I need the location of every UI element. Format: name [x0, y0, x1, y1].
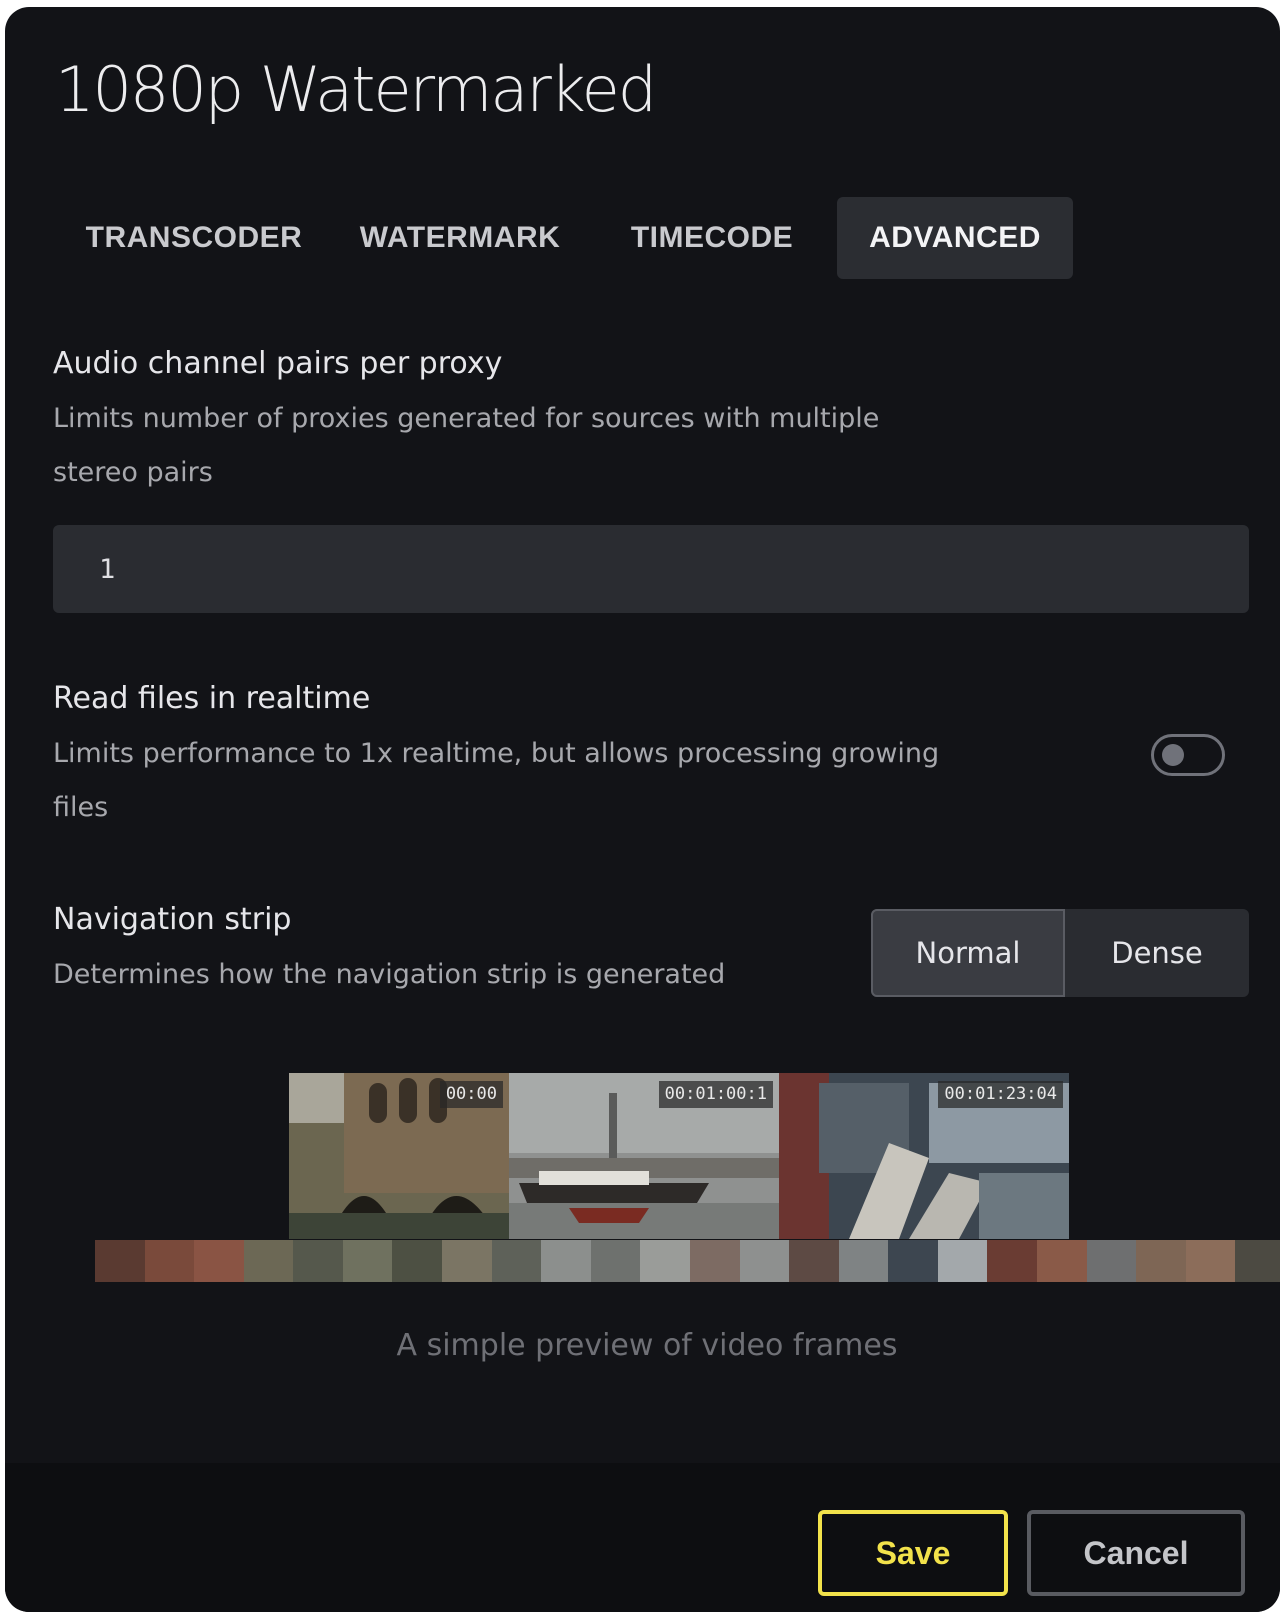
strip-thumbnail: [689, 1240, 740, 1282]
realtime-label: Read files in realtime: [53, 681, 371, 716]
audio-pairs-description-line: Limits number of proxies generated for s…: [53, 403, 880, 434]
strip-thumbnail: [541, 1240, 591, 1282]
audio-pairs-description-line: stereo pairs: [53, 457, 213, 488]
dialog-title: 1080p Watermarked: [55, 53, 657, 126]
strip-thumbnail: [987, 1240, 1037, 1282]
audio-pairs-input[interactable]: 1: [53, 525, 1249, 613]
strip-thumbnail: [144, 1240, 195, 1282]
realtime-description: Limits performance to 1x realtime, but a…: [53, 727, 1013, 835]
preview-caption: A simple preview of video frames: [396, 1328, 898, 1363]
strip-thumbnail: [1136, 1240, 1186, 1282]
strip-thumbnail: [590, 1240, 641, 1282]
strip-thumbnail: [1185, 1240, 1236, 1282]
strip-thumbnail: [293, 1240, 343, 1282]
audio-pairs-label: Audio channel pairs per proxy: [53, 346, 503, 381]
proxy-preset-dialog: 1080p Watermarked TRANSCODER WATERMARK T…: [5, 7, 1280, 1612]
strip-thumbnail: [342, 1240, 393, 1282]
strip-thumbnail: [838, 1240, 889, 1282]
strip-thumbnail: [789, 1240, 839, 1282]
realtime-toggle[interactable]: [1151, 734, 1225, 776]
cancel-button[interactable]: Cancel: [1027, 1510, 1245, 1596]
strip-thumbnail: [739, 1240, 790, 1282]
frame-timecode: 00:01:23:04: [938, 1081, 1063, 1108]
audio-pairs-description: Limits number of proxies generated for s…: [53, 392, 1013, 500]
realtime-description-line: files: [53, 792, 109, 823]
strip-thumbnail: [491, 1240, 542, 1282]
strip-thumbnail: [392, 1240, 443, 1282]
frame-timecode: 00:00: [439, 1081, 503, 1108]
tab-advanced[interactable]: ADVANCED: [837, 197, 1073, 279]
realtime-description-line: Limits performance to 1x realtime, but a…: [53, 738, 940, 769]
strip-thumbnail: [640, 1240, 690, 1282]
strip-thumbnail: [442, 1240, 492, 1282]
tab-transcoder[interactable]: TRANSCODER: [55, 197, 333, 279]
toggle-knob: [1162, 744, 1184, 766]
strip-thumbnail: [1086, 1240, 1137, 1282]
video-frame-preview: 00:00 00:01:00:1 00:01:23:04: [289, 1073, 1085, 1239]
navigation-strip-thumbnails: [95, 1240, 1280, 1282]
nav-strip-mode-selector: Normal Dense: [871, 909, 1249, 997]
strip-thumbnail: [1036, 1240, 1087, 1282]
preview-frame: 00:01:00:1: [509, 1073, 779, 1239]
tab-timecode[interactable]: TIMECODE: [587, 197, 837, 279]
preview-frame: 00:00: [289, 1073, 509, 1239]
preview-frame: 00:01:23:04: [779, 1073, 1069, 1239]
strip-thumbnail: [937, 1240, 988, 1282]
nav-strip-normal-option[interactable]: Normal: [871, 909, 1065, 997]
nav-strip-dense-option[interactable]: Dense: [1065, 909, 1249, 997]
strip-thumbnail: [888, 1240, 938, 1282]
tab-bar: TRANSCODER WATERMARK TIMECODE ADVANCED: [55, 197, 1073, 281]
strip-thumbnail: [95, 1240, 145, 1282]
save-button[interactable]: Save: [818, 1510, 1008, 1596]
strip-thumbnail: [1235, 1240, 1280, 1282]
tab-watermark[interactable]: WATERMARK: [333, 197, 587, 279]
strip-thumbnail: [243, 1240, 294, 1282]
nav-strip-description: Determines how the navigation strip is g…: [53, 959, 726, 990]
strip-thumbnail: [194, 1240, 244, 1282]
frame-timecode: 00:01:00:1: [658, 1081, 773, 1108]
nav-strip-label: Navigation strip: [53, 902, 292, 937]
